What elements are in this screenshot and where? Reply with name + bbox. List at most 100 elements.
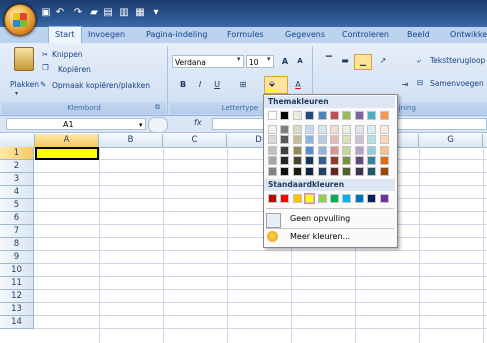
customize-quick-access-icon[interactable]: ▾ — [150, 7, 162, 19]
theme-color-swatch[interactable] — [280, 145, 290, 155]
theme-color-swatch[interactable] — [379, 156, 389, 165]
standard-color-swatch[interactable] — [367, 194, 377, 203]
paste-dropdown-icon[interactable]: ▾ — [15, 90, 18, 97]
theme-color-swatch[interactable] — [280, 156, 290, 165]
theme-color-swatch[interactable] — [330, 124, 339, 134]
shrink-font-button[interactable]: A — [293, 55, 307, 68]
standard-color-swatch[interactable] — [304, 193, 316, 204]
tab-formules[interactable]: Formules — [227, 27, 264, 43]
row-header[interactable]: 9 — [0, 251, 34, 264]
row-header[interactable]: 4 — [0, 186, 34, 199]
theme-color-swatch[interactable] — [317, 124, 327, 134]
cut-icon[interactable]: ✂ — [42, 50, 48, 59]
copy-icon[interactable]: ❐ — [42, 63, 49, 72]
theme-color-swatch[interactable] — [268, 156, 277, 165]
theme-color-swatch[interactable] — [317, 166, 327, 176]
bold-button[interactable]: B — [176, 78, 190, 91]
theme-color-swatch[interactable] — [268, 135, 277, 144]
undo-icon[interactable]: ↶ — [54, 7, 66, 19]
theme-color-swatch[interactable] — [317, 156, 327, 165]
theme-color-swatch[interactable] — [354, 166, 364, 176]
theme-color-swatch[interactable] — [280, 111, 290, 120]
theme-color-swatch[interactable] — [379, 166, 389, 176]
theme-color-swatch[interactable] — [354, 135, 364, 144]
theme-color-swatch[interactable] — [342, 135, 352, 144]
redo-icon[interactable]: ↷ — [72, 7, 84, 19]
wrap-text-icon[interactable]: ⤶ — [417, 56, 421, 66]
theme-color-swatch[interactable] — [354, 111, 364, 120]
theme-color-swatch[interactable] — [342, 145, 352, 155]
theme-color-swatch[interactable] — [379, 124, 389, 134]
row-header[interactable]: 12 — [0, 290, 34, 303]
column-header[interactable]: C — [163, 134, 227, 147]
theme-color-swatch[interactable] — [330, 166, 339, 176]
theme-color-swatch[interactable] — [317, 111, 327, 120]
theme-color-swatch[interactable] — [292, 135, 302, 144]
theme-color-swatch[interactable] — [305, 166, 315, 176]
row-header[interactable]: 13 — [0, 303, 34, 316]
theme-color-swatch[interactable] — [367, 124, 377, 134]
merge-button[interactable]: Samenvoegen — [430, 79, 484, 88]
theme-color-swatch[interactable] — [330, 156, 339, 165]
theme-color-swatch[interactable] — [330, 111, 339, 120]
theme-color-swatch[interactable] — [317, 145, 327, 155]
tab-gegevens[interactable]: Gegevens — [285, 27, 325, 43]
row-header[interactable]: 10 — [0, 264, 34, 277]
theme-color-swatch[interactable] — [305, 156, 315, 165]
increase-indent-button[interactable]: ⇥ — [398, 78, 412, 91]
tab-beeld[interactable]: Beeld — [407, 27, 430, 43]
theme-color-swatch[interactable] — [379, 135, 389, 144]
theme-color-swatch[interactable] — [354, 145, 364, 155]
no-fill-option[interactable]: Geen opvulling — [266, 211, 394, 228]
print-icon[interactable]: ▤ — [102, 7, 114, 19]
theme-color-swatch[interactable] — [305, 111, 315, 120]
column-header[interactable]: G — [419, 134, 483, 147]
theme-color-swatch[interactable] — [330, 145, 339, 155]
tab-pagina-indeling[interactable]: Pagina-indeling — [146, 27, 207, 43]
standard-color-swatch[interactable] — [280, 194, 290, 203]
theme-color-swatch[interactable] — [354, 156, 364, 165]
standard-color-swatch[interactable] — [330, 194, 339, 203]
row-header[interactable]: 3 — [0, 173, 34, 186]
font-size-dropdown-icon[interactable]: ▾ — [267, 55, 271, 63]
font-name-combo[interactable]: Verdana — [172, 55, 244, 68]
tab-invoegen[interactable]: Invoegen — [88, 27, 125, 43]
preview-icon[interactable]: ▥ — [118, 7, 130, 19]
theme-color-swatch[interactable] — [292, 111, 302, 120]
italic-button[interactable]: I — [193, 78, 207, 91]
row-header[interactable]: 7 — [0, 225, 34, 238]
theme-color-swatch[interactable] — [367, 135, 377, 144]
tab-ontwikkelaars[interactable]: Ontwikke — [450, 27, 487, 43]
theme-color-swatch[interactable] — [342, 124, 352, 134]
theme-color-swatch[interactable] — [367, 166, 377, 176]
grow-font-button[interactable]: A — [278, 55, 292, 68]
theme-color-swatch[interactable] — [342, 166, 352, 176]
theme-color-swatch[interactable] — [317, 135, 327, 144]
theme-color-swatch[interactable] — [292, 156, 302, 165]
format-painter-button[interactable]: Opmaak kopiëren/plakken — [52, 81, 150, 90]
theme-color-swatch[interactable] — [305, 135, 315, 144]
underline-button[interactable]: U — [210, 78, 224, 91]
theme-color-swatch[interactable] — [342, 111, 352, 120]
theme-color-swatch[interactable] — [268, 166, 277, 176]
cut-button[interactable]: Knippen — [52, 50, 83, 59]
theme-color-swatch[interactable] — [330, 135, 339, 144]
standard-color-swatch[interactable] — [268, 194, 277, 203]
standard-color-swatch[interactable] — [292, 194, 302, 203]
row-header[interactable]: 1 — [0, 147, 34, 160]
more-colors-option[interactable]: Meer kleuren... — [266, 229, 394, 245]
border-button[interactable]: ⊞ — [236, 78, 250, 91]
column-header[interactable]: B — [99, 134, 163, 147]
theme-color-swatch[interactable] — [379, 111, 389, 120]
clipboard-launcher-icon[interactable]: ⧉ — [155, 103, 160, 112]
theme-color-swatch[interactable] — [280, 135, 290, 144]
tab-controleren[interactable]: Controleren — [342, 27, 389, 43]
theme-color-swatch[interactable] — [292, 145, 302, 155]
theme-color-swatch[interactable] — [268, 124, 277, 134]
font-name-dropdown-icon[interactable]: ▾ — [237, 55, 241, 63]
theme-color-swatch[interactable] — [367, 156, 377, 165]
insert-function-button[interactable]: fx — [194, 118, 202, 127]
align-top-button[interactable]: ▔ — [322, 54, 336, 67]
standard-color-swatch[interactable] — [342, 194, 352, 203]
wrap-text-button[interactable]: Tekstterugloop — [430, 56, 485, 65]
